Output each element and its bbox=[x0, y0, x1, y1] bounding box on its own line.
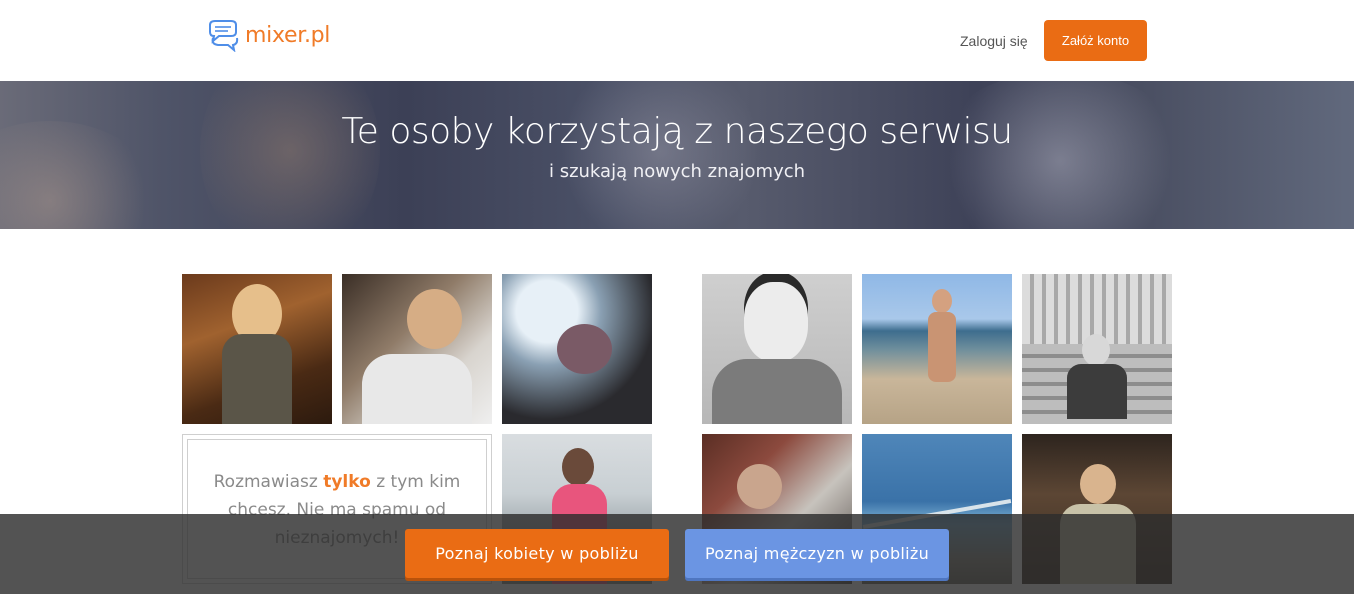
profile-photo[interactable] bbox=[702, 274, 852, 424]
hero-banner: Te osoby korzystają z naszego serwisu i … bbox=[0, 81, 1354, 229]
chat-bubbles-icon bbox=[209, 20, 239, 52]
logo-text: mixer.pl bbox=[245, 22, 331, 48]
hero-subtitle: i szukają nowych znajomych bbox=[548, 161, 806, 182]
profile-photo[interactable] bbox=[1022, 274, 1172, 424]
hero-background-blur bbox=[560, 81, 760, 229]
info-text-highlight: tylko bbox=[323, 472, 371, 492]
info-text-part: Rozmawiasz bbox=[213, 472, 324, 492]
signup-button[interactable]: Załóż konto bbox=[1044, 20, 1147, 61]
profile-photo[interactable] bbox=[182, 274, 332, 424]
hero-background-blur bbox=[930, 81, 1190, 229]
site-header: mixer.pl Zaloguj się Załóż konto bbox=[0, 0, 1354, 81]
profile-photo[interactable] bbox=[502, 274, 652, 424]
profile-photo[interactable] bbox=[862, 274, 1012, 424]
logo-link[interactable]: mixer.pl bbox=[206, 18, 330, 52]
hero-title: Te osoby korzystają z naszego serwisu bbox=[341, 111, 1013, 152]
cta-bar: Poznaj kobiety w pobliżu Poznaj mężczyzn… bbox=[0, 514, 1354, 594]
meet-men-button[interactable]: Poznaj mężczyzn w pobliżu bbox=[685, 529, 949, 578]
hero-background-blur bbox=[200, 81, 380, 229]
profile-photo[interactable] bbox=[342, 274, 492, 424]
meet-women-button[interactable]: Poznaj kobiety w pobliżu bbox=[405, 529, 669, 578]
login-link[interactable]: Zaloguj się bbox=[960, 33, 1028, 49]
